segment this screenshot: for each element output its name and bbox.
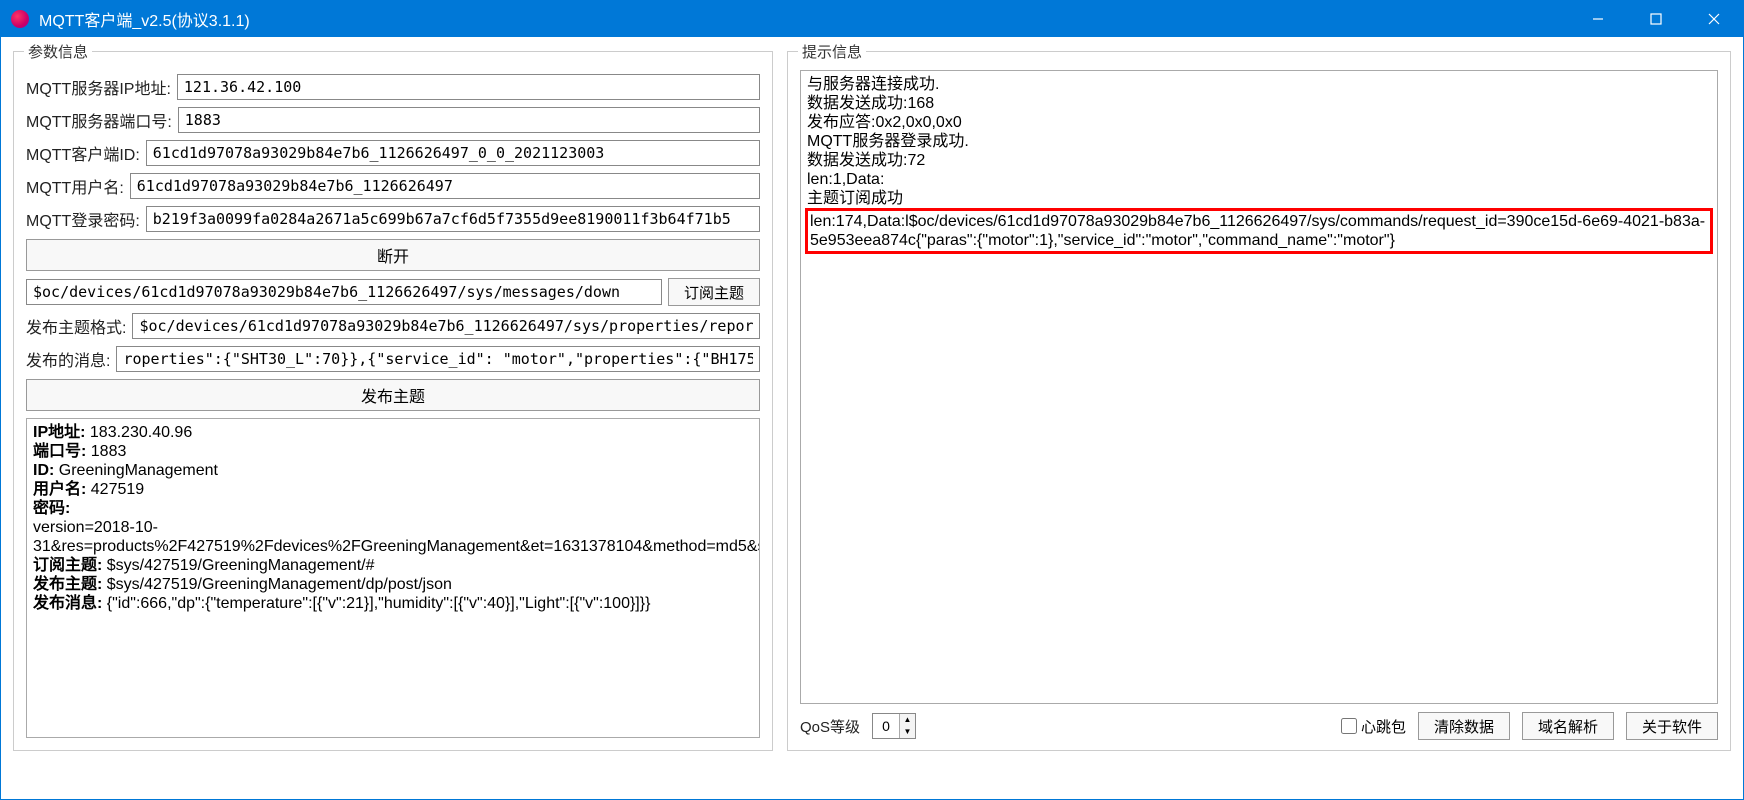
pub-format-label: 发布主题格式: bbox=[26, 314, 126, 338]
heartbeat-label: 心跳包 bbox=[1361, 716, 1406, 737]
subscribe-button[interactable]: 订阅主题 bbox=[668, 278, 760, 306]
ip-input[interactable] bbox=[177, 74, 760, 100]
pub-format-input[interactable] bbox=[132, 313, 760, 339]
clear-button[interactable]: 清除数据 bbox=[1418, 712, 1510, 740]
highlighted-message: len:174,Data:l$oc/devices/61cd1d97078a93… bbox=[805, 208, 1713, 254]
qos-down-icon[interactable]: ▼ bbox=[900, 726, 915, 738]
pub-msg-label: 发布的消息: bbox=[26, 347, 110, 371]
qos-label: QoS等级 bbox=[800, 716, 860, 737]
port-label: MQTT服务器端口号: bbox=[26, 108, 172, 132]
sub-topic-input[interactable] bbox=[26, 279, 662, 305]
window-titlebar: MQTT客户端_v2.5(协议3.1.1) bbox=[1, 1, 1743, 37]
pwd-input[interactable] bbox=[146, 206, 760, 232]
hints-panel: 提示信息 与服务器连接成功.数据发送成功:168发布应答:0x2,0x0,0x0… bbox=[787, 51, 1731, 751]
qos-up-icon[interactable]: ▲ bbox=[900, 714, 915, 726]
ip-label: MQTT服务器IP地址: bbox=[26, 75, 171, 99]
hints-log[interactable]: 与服务器连接成功.数据发送成功:168发布应答:0x2,0x0,0x0MQTT服… bbox=[800, 70, 1718, 704]
window-title: MQTT客户端_v2.5(协议3.1.1) bbox=[39, 7, 1569, 31]
hints-panel-title: 提示信息 bbox=[798, 41, 866, 62]
close-button[interactable] bbox=[1685, 1, 1743, 37]
params-panel-title: 参数信息 bbox=[24, 41, 92, 62]
params-panel: 参数信息 MQTT服务器IP地址: MQTT服务器端口号: MQTT客户端ID:… bbox=[13, 51, 773, 751]
maximize-button[interactable] bbox=[1627, 1, 1685, 37]
publish-button[interactable]: 发布主题 bbox=[26, 379, 760, 411]
pwd-label: MQTT登录密码: bbox=[26, 207, 140, 231]
user-label: MQTT用户名: bbox=[26, 174, 124, 198]
main-log[interactable]: IP地址: 183.230.40.96端口号: 1883ID: Greening… bbox=[26, 418, 760, 738]
heartbeat-input[interactable] bbox=[1341, 718, 1357, 734]
dns-button[interactable]: 域名解析 bbox=[1522, 712, 1614, 740]
minimize-button[interactable] bbox=[1569, 1, 1627, 37]
qos-value[interactable] bbox=[873, 718, 899, 734]
user-input[interactable] bbox=[130, 173, 760, 199]
client-id-label: MQTT客户端ID: bbox=[26, 141, 140, 165]
qos-spinner[interactable]: ▲▼ bbox=[872, 713, 916, 739]
heartbeat-checkbox[interactable]: 心跳包 bbox=[1341, 716, 1406, 737]
pub-msg-input[interactable] bbox=[116, 346, 760, 372]
disconnect-button[interactable]: 断开 bbox=[26, 239, 760, 271]
app-icon bbox=[11, 10, 29, 28]
port-input[interactable] bbox=[178, 107, 760, 133]
about-button[interactable]: 关于软件 bbox=[1626, 712, 1718, 740]
client-id-input[interactable] bbox=[146, 140, 760, 166]
